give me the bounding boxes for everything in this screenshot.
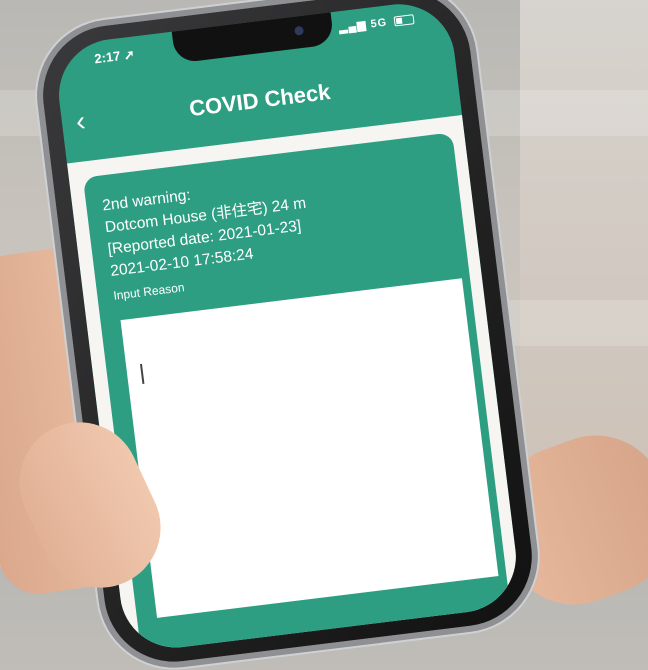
signal-icon: ▂▄▆ <box>338 19 368 35</box>
network-type: 5G <box>369 16 388 31</box>
warning-info: 2nd warning: Dotcom House (非住宅) 24 m [Re… <box>101 171 316 307</box>
camera-icon <box>294 25 305 36</box>
warning-card: 2nd warning: Dotcom House (非住宅) 24 m [Re… <box>82 132 513 654</box>
status-time: 2:17 ➚ <box>93 46 136 67</box>
battery-icon <box>393 14 415 27</box>
text-cursor <box>140 363 145 384</box>
status-indicators: ▂▄▆ 5G <box>338 12 415 34</box>
